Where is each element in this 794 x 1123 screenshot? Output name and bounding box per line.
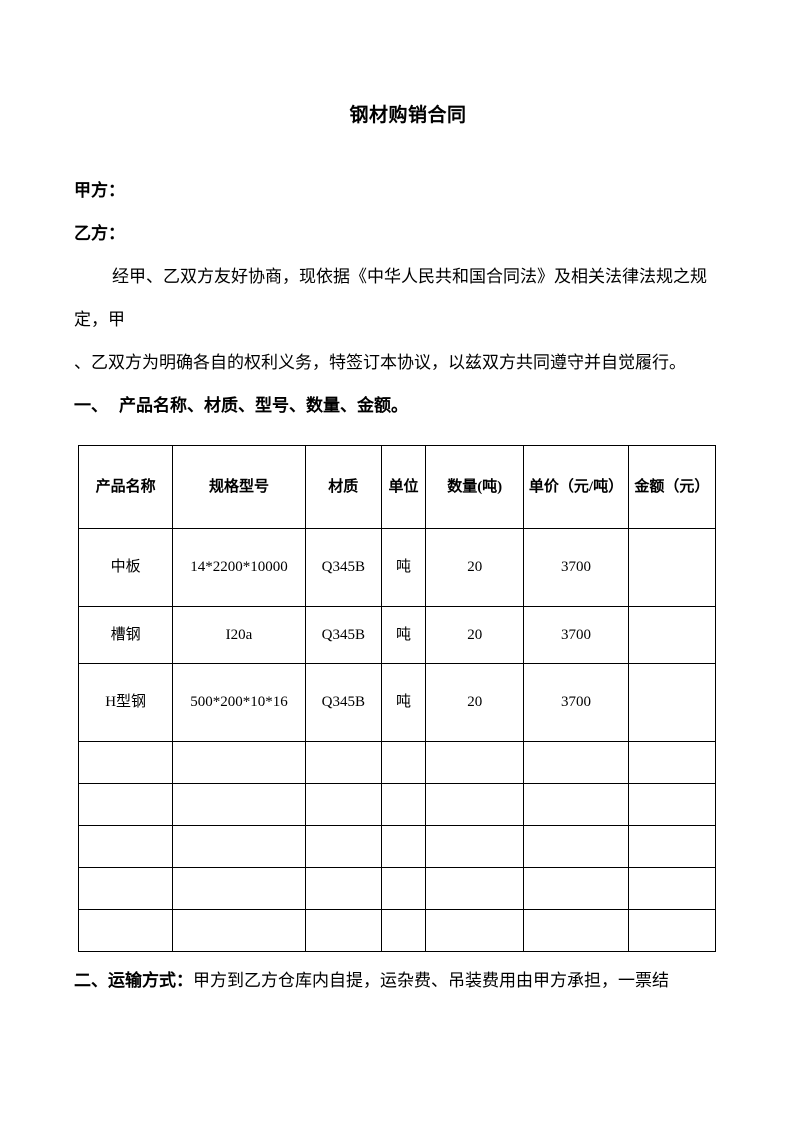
page-title: 钢材购销合同 xyxy=(349,105,467,126)
table-row: 中板 14*2200*10000 Q345B 吨 20 3700 xyxy=(77,528,717,607)
cell-quantity xyxy=(425,867,525,910)
cell-material xyxy=(304,867,382,910)
cell-amount xyxy=(627,909,717,952)
cell-unit xyxy=(380,783,427,826)
cell-product-name: 槽钢 xyxy=(77,606,174,664)
cell-unit-price xyxy=(523,867,629,910)
cell-product-name xyxy=(77,867,174,910)
preamble-line-2: 定，甲 xyxy=(74,310,125,329)
column-header-unit: 单位 xyxy=(380,445,427,529)
cell-material xyxy=(304,825,382,868)
cell-unit xyxy=(380,825,427,868)
column-header-product-name: 产品名称 xyxy=(77,445,174,529)
preamble-line-1: 经甲、乙双方友好协商，现依据《中华人民共和国合同法》及相关法律法规之规 xyxy=(74,255,742,298)
cell-spec-model: I20a xyxy=(172,606,306,664)
cell-unit-price: 3700 xyxy=(523,606,629,664)
cell-product-name xyxy=(77,783,174,826)
column-header-material: 材质 xyxy=(304,445,382,529)
cell-spec-model: 14*2200*10000 xyxy=(172,528,306,607)
cell-amount xyxy=(627,825,717,868)
section-two-label: 二、运输方式： xyxy=(74,971,193,990)
cell-amount xyxy=(627,528,717,607)
cell-unit xyxy=(380,867,427,910)
column-header-unit-price: 单价（元/吨） xyxy=(523,445,629,529)
party-a-label: 甲方： xyxy=(74,181,125,200)
cell-unit: 吨 xyxy=(380,663,427,742)
table-header-row: 产品名称 规格型号 材质 单位 数量(吨) 单价（元/吨） 金额（元） xyxy=(77,445,717,529)
column-header-quantity: 数量(吨) xyxy=(425,445,525,529)
cell-unit: 吨 xyxy=(380,528,427,607)
cell-material: Q345B xyxy=(304,663,382,742)
cell-spec-model: 500*200*10*16 xyxy=(172,663,306,742)
table-row xyxy=(77,741,717,784)
cell-product-name xyxy=(77,825,174,868)
cell-material xyxy=(304,909,382,952)
cell-amount xyxy=(627,867,717,910)
document-content: 钢材购销合同 甲方： 乙方： 经甲、乙双方友好协商，现依据《中华人民共和国合同法… xyxy=(74,0,742,996)
section-two-clause: 二、运输方式：甲方到乙方仓库内自提，运杂费、吊装费用由甲方承担，一票结 xyxy=(74,952,742,996)
table-row xyxy=(77,783,717,826)
cell-product-name xyxy=(77,909,174,952)
cell-unit-price xyxy=(523,741,629,784)
preamble-line-1-text: 经甲、乙双方友好协商，现依据《中华人民共和国合同法》及相关法律法规之规 xyxy=(112,267,707,286)
cell-spec-model xyxy=(172,741,306,784)
parties-block: 甲方： 乙方： xyxy=(74,129,742,255)
section-two-text: 甲方到乙方仓库内自提，运杂费、吊装费用由甲方承担，一票结 xyxy=(193,971,669,990)
goods-table-head: 产品名称 规格型号 材质 单位 数量(吨) 单价（元/吨） 金额（元） xyxy=(77,445,717,529)
table-row xyxy=(77,909,717,952)
cell-quantity xyxy=(425,909,525,952)
cell-spec-model xyxy=(172,867,306,910)
preamble-line-3: 、乙双方为明确各自的权利义务，特签订本协议，以兹双方共同遵守并自觉履行。 xyxy=(74,353,686,372)
cell-amount xyxy=(627,606,717,664)
section-one-heading: 一、 产品名称、材质、型号、数量、金额。 xyxy=(74,384,742,426)
table-row xyxy=(77,867,717,910)
cell-quantity: 20 xyxy=(425,606,525,664)
cell-spec-model xyxy=(172,783,306,826)
cell-spec-model xyxy=(172,825,306,868)
cell-material: Q345B xyxy=(304,528,382,607)
section-one-title: 产品名称、材质、型号、数量、金额。 xyxy=(119,396,408,415)
section-one-number: 一、 xyxy=(74,396,108,415)
goods-table: 产品名称 规格型号 材质 单位 数量(吨) 单价（元/吨） 金额（元） 中板 1… xyxy=(77,445,717,952)
cell-material xyxy=(304,783,382,826)
cell-quantity: 20 xyxy=(425,528,525,607)
table-row: H型钢 500*200*10*16 Q345B 吨 20 3700 xyxy=(77,663,717,742)
cell-quantity xyxy=(425,741,525,784)
cell-product-name: 中板 xyxy=(77,528,174,607)
cell-spec-model xyxy=(172,909,306,952)
cell-product-name xyxy=(77,741,174,784)
column-header-amount: 金额（元） xyxy=(627,445,717,529)
party-b-label: 乙方： xyxy=(74,224,125,243)
cell-unit-price: 3700 xyxy=(523,528,629,607)
column-header-spec-model: 规格型号 xyxy=(172,445,306,529)
cell-material: Q345B xyxy=(304,606,382,664)
cell-unit xyxy=(380,909,427,952)
document-page: 钢材购销合同 甲方： 乙方： 经甲、乙双方友好协商，现依据《中华人民共和国合同法… xyxy=(0,0,794,1123)
cell-product-name: H型钢 xyxy=(77,663,174,742)
cell-unit-price: 3700 xyxy=(523,663,629,742)
cell-unit-price xyxy=(523,783,629,826)
cell-amount xyxy=(627,741,717,784)
cell-unit xyxy=(380,741,427,784)
cell-unit-price xyxy=(523,909,629,952)
cell-material xyxy=(304,741,382,784)
table-row: 槽钢 I20a Q345B 吨 20 3700 xyxy=(77,606,717,664)
cell-amount xyxy=(627,663,717,742)
cell-unit: 吨 xyxy=(380,606,427,664)
goods-table-wrapper: 产品名称 规格型号 材质 单位 数量(吨) 单价（元/吨） 金额（元） 中板 1… xyxy=(74,426,742,952)
table-row xyxy=(77,825,717,868)
goods-table-body: 中板 14*2200*10000 Q345B 吨 20 3700 槽钢 I20a… xyxy=(77,528,717,952)
cell-quantity: 20 xyxy=(425,663,525,742)
cell-quantity xyxy=(425,825,525,868)
cell-unit-price xyxy=(523,825,629,868)
cell-quantity xyxy=(425,783,525,826)
cell-amount xyxy=(627,783,717,826)
